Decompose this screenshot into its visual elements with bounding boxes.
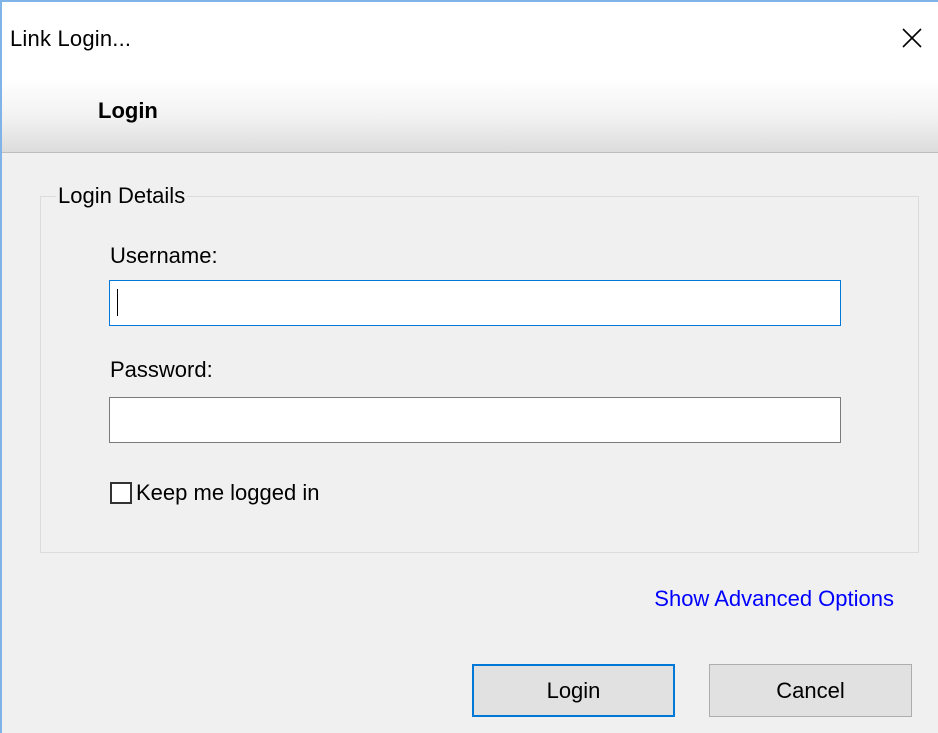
password-input[interactable]: [109, 397, 841, 443]
show-advanced-options-link[interactable]: Show Advanced Options: [654, 586, 894, 612]
login-details-legend: Login Details: [56, 183, 188, 209]
close-icon: [902, 28, 922, 48]
text-caret: [117, 289, 118, 316]
header-banner: Login: [2, 78, 938, 153]
password-label: Password:: [110, 357, 213, 382]
username-label: Username:: [110, 243, 218, 268]
window-title: Link Login...: [10, 26, 132, 51]
close-button[interactable]: [890, 16, 934, 60]
username-input[interactable]: [109, 280, 841, 326]
title-bar: Link Login...: [2, 2, 938, 78]
keep-logged-in-checkbox[interactable]: Keep me logged in: [110, 480, 319, 506]
banner-title: Login: [98, 98, 158, 123]
login-dialog: Link Login... Login Login Details Userna…: [0, 0, 938, 733]
cancel-button[interactable]: Cancel: [709, 664, 912, 717]
keep-logged-in-label[interactable]: Keep me logged in: [136, 480, 319, 506]
login-button[interactable]: Login: [472, 664, 675, 717]
checkbox-box[interactable]: [110, 482, 132, 504]
username-field-wrapper: [109, 280, 841, 326]
